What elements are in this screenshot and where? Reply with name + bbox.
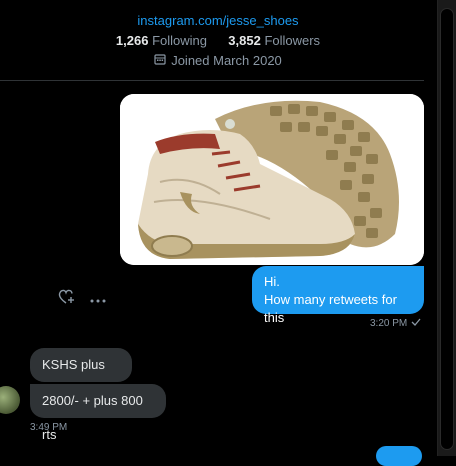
message-bubble-received[interactable]: KSHS plus rtws bbox=[30, 348, 132, 406]
divider bbox=[0, 80, 424, 81]
following-stat[interactable]: 1,266 Following bbox=[116, 33, 207, 48]
following-count: 1,266 bbox=[115, 33, 149, 48]
message-text: Hi. bbox=[264, 274, 280, 289]
more-icon[interactable] bbox=[90, 291, 106, 309]
avatar[interactable] bbox=[0, 386, 20, 414]
profile-header: instagram.com/jesse_shoes 1,266 Followin… bbox=[0, 12, 436, 70]
followers-label: Followers bbox=[264, 33, 321, 48]
message-bubble-received[interactable]: 2800/- + plus 800 rts bbox=[30, 384, 166, 442]
message-timestamp: 3:20 PM bbox=[370, 318, 421, 329]
following-label: Following bbox=[152, 33, 208, 48]
calendar-icon bbox=[154, 52, 166, 70]
joined-date: Joined March 2020 bbox=[0, 52, 436, 70]
timestamp-text: 3:20 PM bbox=[370, 318, 408, 329]
check-icon bbox=[411, 318, 421, 329]
followers-stat[interactable]: 3,852 Followers bbox=[228, 33, 320, 48]
followers-count: 3,852 bbox=[228, 33, 261, 48]
profile-stats: 1,266 Following 3,852 Followers bbox=[0, 32, 436, 50]
scrollbar-thumb[interactable] bbox=[440, 8, 454, 450]
message-bubble-sent[interactable]: Hi. How many retweets for this bbox=[252, 266, 424, 325]
message-actions bbox=[58, 289, 106, 310]
heart-plus-icon[interactable] bbox=[58, 289, 76, 310]
shoe-image[interactable] bbox=[120, 94, 424, 265]
scrollbar[interactable] bbox=[437, 0, 456, 456]
joined-text: Joined March 2020 bbox=[171, 53, 282, 68]
profile-website-link[interactable]: instagram.com/jesse_shoes bbox=[0, 12, 436, 30]
message-timestamp: 3:49 PM bbox=[30, 422, 68, 433]
message-bubble-sent[interactable] bbox=[376, 446, 422, 466]
